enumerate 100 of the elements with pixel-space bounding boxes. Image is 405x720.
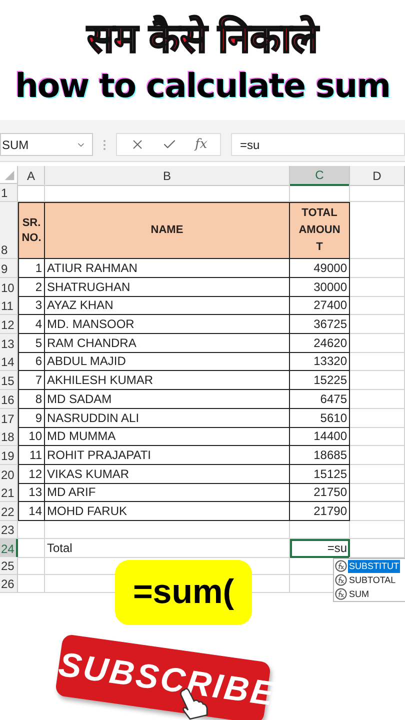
table-cell: 13320	[290, 352, 350, 372]
row-number[interactable]: 19	[0, 446, 18, 465]
empty-cell	[350, 315, 405, 334]
table-cell: 2	[18, 278, 45, 297]
name-box[interactable]: SUM	[0, 133, 93, 156]
empty-cell	[350, 446, 405, 465]
table-cell: 9	[18, 408, 45, 428]
row-number[interactable]: 15	[0, 371, 18, 390]
row-number[interactable]: 12	[0, 315, 18, 334]
table-cell: 6	[18, 352, 45, 372]
table-cell: 30000	[290, 278, 350, 297]
table-cell: ABDUL MAJID	[45, 352, 290, 372]
row-number[interactable]: 9	[0, 259, 18, 278]
row-number[interactable]: 8	[0, 202, 18, 259]
table-cell: 14	[18, 502, 45, 521]
row-number[interactable]: 20	[0, 464, 18, 484]
formula-field[interactable]: =su	[231, 133, 405, 156]
table-cell: 36725	[290, 315, 350, 334]
empty-cell	[350, 184, 405, 202]
table-cell: 3	[18, 296, 45, 316]
table-cell: 5610	[290, 408, 350, 428]
table-cell: 21750	[290, 483, 350, 502]
table-cell: 10	[18, 427, 45, 446]
table-cell: 8	[18, 390, 45, 409]
column-header[interactable]: B	[45, 166, 290, 186]
table-cell: 49000	[290, 259, 350, 278]
table-cell: MD MUMMA	[45, 427, 290, 446]
row-number[interactable]: 10	[0, 278, 18, 297]
table-cell: Total	[45, 538, 290, 558]
row-number[interactable]: 16	[0, 390, 18, 409]
formula-hint: =sum(	[115, 560, 252, 625]
english-title: how to calculate sum	[14, 66, 390, 106]
row-number[interactable]: 13	[0, 334, 18, 353]
table-cell: MD SADAM	[45, 390, 290, 409]
subscribe-button[interactable]: SUBSCRIBE	[54, 634, 272, 720]
empty-cell	[350, 502, 405, 521]
empty-cell	[350, 390, 405, 409]
table-cell: 13	[18, 483, 45, 502]
column-heading: NAME	[150, 223, 184, 238]
column-header[interactable]: D	[350, 166, 405, 186]
empty-cell	[350, 520, 405, 539]
row-number[interactable]: 21	[0, 483, 18, 502]
table-cell: 21790	[290, 502, 350, 521]
function-suggestion[interactable]: SUM	[348, 588, 370, 600]
empty-cell	[350, 464, 405, 484]
empty-cell	[350, 371, 405, 390]
column-heading: SR. NO.	[21, 216, 42, 246]
table-cell: 15125	[290, 464, 350, 484]
row-number[interactable]: 24	[0, 538, 18, 558]
insert-function-button[interactable]: fx	[195, 134, 208, 154]
empty-cell	[350, 352, 405, 372]
table-cell: 18685	[290, 446, 350, 465]
empty-cell	[290, 520, 350, 539]
empty-cell	[350, 483, 405, 502]
table-cell: 7	[18, 371, 45, 390]
table-cell: 1	[18, 259, 45, 278]
row-number[interactable]: 14	[0, 352, 18, 372]
empty-cell	[350, 259, 405, 278]
active-cell[interactable]: =su	[290, 538, 350, 558]
row-number[interactable]: 25	[0, 556, 18, 575]
empty-cell	[350, 278, 405, 297]
table-cell: RAM CHANDRA	[45, 334, 290, 353]
row-number[interactable]: 26	[0, 574, 18, 593]
table-cell: NASRUDDIN ALI	[45, 408, 290, 428]
column-header[interactable]: A	[18, 166, 45, 186]
function-icon	[335, 588, 347, 600]
table-cell: 14400	[290, 427, 350, 446]
empty-cell	[350, 408, 405, 428]
function-suggestion[interactable]: SUBSTITUT	[348, 560, 400, 572]
table-cell: 15225	[290, 371, 350, 390]
table-cell: 4	[18, 315, 45, 334]
table-cell: VIKAS KUMAR	[45, 464, 290, 484]
table-cell: 12	[18, 464, 45, 484]
grip-icon	[103, 138, 106, 150]
table-cell: 27400	[290, 296, 350, 316]
column-heading: TOTAL AMOUNT	[298, 206, 342, 255]
empty-cell	[350, 334, 405, 353]
row-number[interactable]: 22	[0, 502, 18, 521]
table-cell: 6475	[290, 390, 350, 409]
empty-cell	[350, 296, 405, 316]
table-cell: MD ARIF	[45, 483, 290, 502]
empty-cell	[350, 427, 405, 446]
table-cell: SHATRUGHAN	[45, 278, 290, 297]
function-icon	[335, 560, 347, 572]
row-number[interactable]: 23	[0, 520, 18, 539]
row-number[interactable]: 17	[0, 408, 18, 428]
table-cell: AYAZ KHAN	[45, 296, 290, 316]
table-cell: 5	[18, 334, 45, 353]
table-cell: AKHILESH KUMAR	[45, 371, 290, 390]
function-suggestion[interactable]: SUBTOTAL	[348, 574, 397, 586]
column-header[interactable]: C	[290, 166, 350, 186]
empty-cell	[350, 202, 405, 259]
table-cell: ROHIT PRAJAPATI	[45, 446, 290, 465]
row-number[interactable]: 11	[0, 296, 18, 316]
row-number[interactable]: 1	[0, 184, 18, 202]
table-cell: MOHD FARUK	[45, 502, 290, 521]
function-icon	[335, 574, 347, 586]
table-cell: ATIUR RAHMAN	[45, 259, 290, 278]
row-number[interactable]: 18	[0, 427, 18, 446]
hindi-title: सम कैसे निकाले	[86, 14, 318, 63]
